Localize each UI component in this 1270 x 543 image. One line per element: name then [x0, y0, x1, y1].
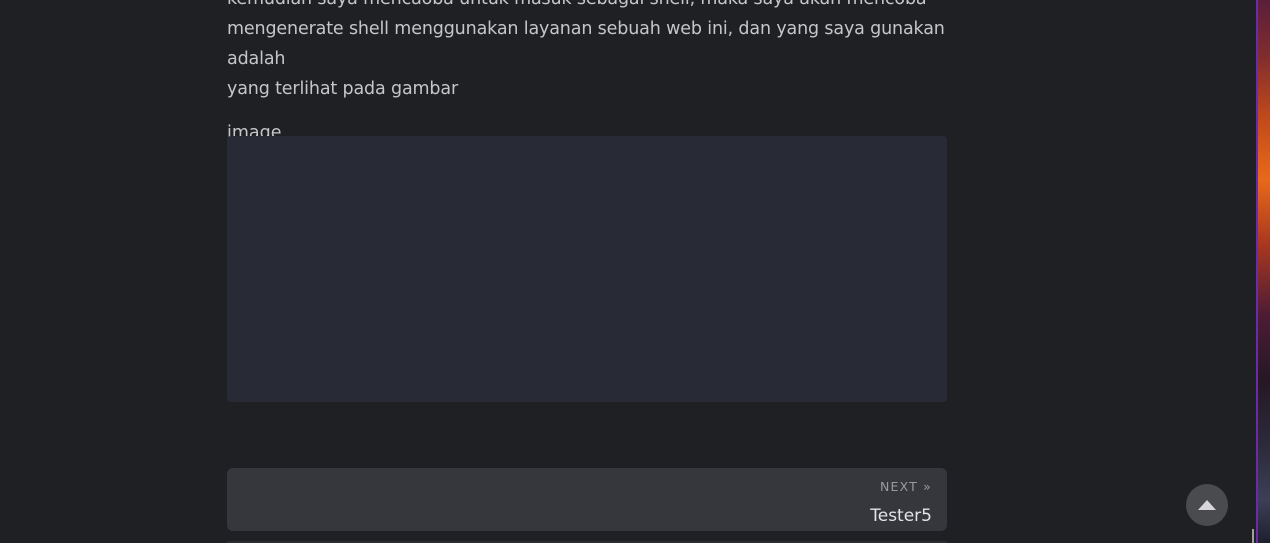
next-post-label: NEXT »	[879, 479, 932, 494]
chevron-up-icon	[1198, 500, 1216, 510]
article-body: kemudian saya mencaoba untuk masuk sebag…	[227, 0, 947, 148]
next-post-title: Tester5	[870, 506, 932, 526]
next-post-link[interactable]: NEXT » Tester5	[227, 468, 947, 531]
code-block	[227, 136, 947, 402]
paragraph-line: kemudian saya mencaoba untuk masuk sebag…	[227, 0, 927, 9]
scrollbar-thumb[interactable]	[1252, 529, 1254, 543]
back-to-top-button[interactable]	[1186, 484, 1228, 526]
paragraph-line: yang terlihat pada gambar	[227, 79, 459, 99]
desktop-wallpaper-edge	[1256, 0, 1270, 543]
article-paragraph: kemudian saya mencaoba untuk masuk sebag…	[227, 0, 947, 104]
paragraph-line: mengenerate shell menggunakan layanan se…	[227, 19, 945, 69]
